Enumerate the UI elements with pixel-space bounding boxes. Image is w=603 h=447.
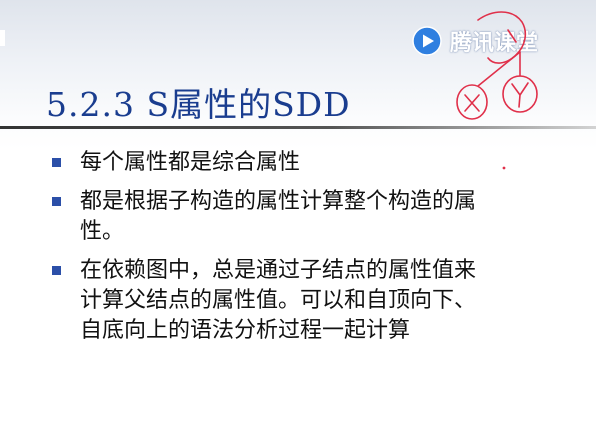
bullet-text: 自底向上的语法分析过程一起计算	[80, 318, 411, 343]
tencent-classroom-play-icon	[412, 26, 442, 56]
bullet-text: 性。	[80, 219, 125, 244]
corner-mark	[0, 30, 5, 46]
ink-edge-left	[477, 51, 521, 87]
bullet-marker	[52, 197, 61, 206]
slide: 5.2.3 S属性的SDD 腾讯课堂 每个属性都是综合属性 都是根据子构造的属性…	[0, 0, 603, 447]
bullet-marker	[52, 158, 61, 167]
bullet-item: 每个属性都是综合属性	[50, 148, 570, 178]
watermark: 腾讯课堂	[412, 26, 538, 56]
bullet-item: 都是根据子构造的属性计算整个构造的属 性。	[50, 187, 570, 247]
title-divider	[0, 126, 603, 129]
watermark-text: 腾讯课堂	[450, 31, 539, 56]
bullet-text: 都是根据子构造的属性计算整个构造的属	[80, 189, 477, 214]
slide-title: 5.2.3 S属性的SDD	[46, 85, 351, 124]
ink-node-y	[502, 75, 538, 113]
bullet-text: 每个属性都是综合属性	[80, 150, 301, 175]
bullet-text: 在依赖图中，总是通过子结点的属性值来	[80, 258, 477, 283]
frame-edge	[596, 0, 603, 447]
bullet-item: 在依赖图中，总是通过子结点的属性值来 计算父结点的属性值。可以和自顶向下、 自底…	[50, 256, 570, 346]
bullet-marker	[52, 266, 61, 275]
ink-node-x	[456, 84, 488, 120]
ink-letter-x	[464, 94, 480, 112]
bullet-text: 计算父结点的属性值。可以和自顶向下、	[80, 288, 477, 313]
bullet-list: 每个属性都是综合属性 都是根据子构造的属性计算整个构造的属 性。 在依赖图中，总…	[50, 148, 570, 346]
ink-letter-y	[511, 82, 529, 108]
